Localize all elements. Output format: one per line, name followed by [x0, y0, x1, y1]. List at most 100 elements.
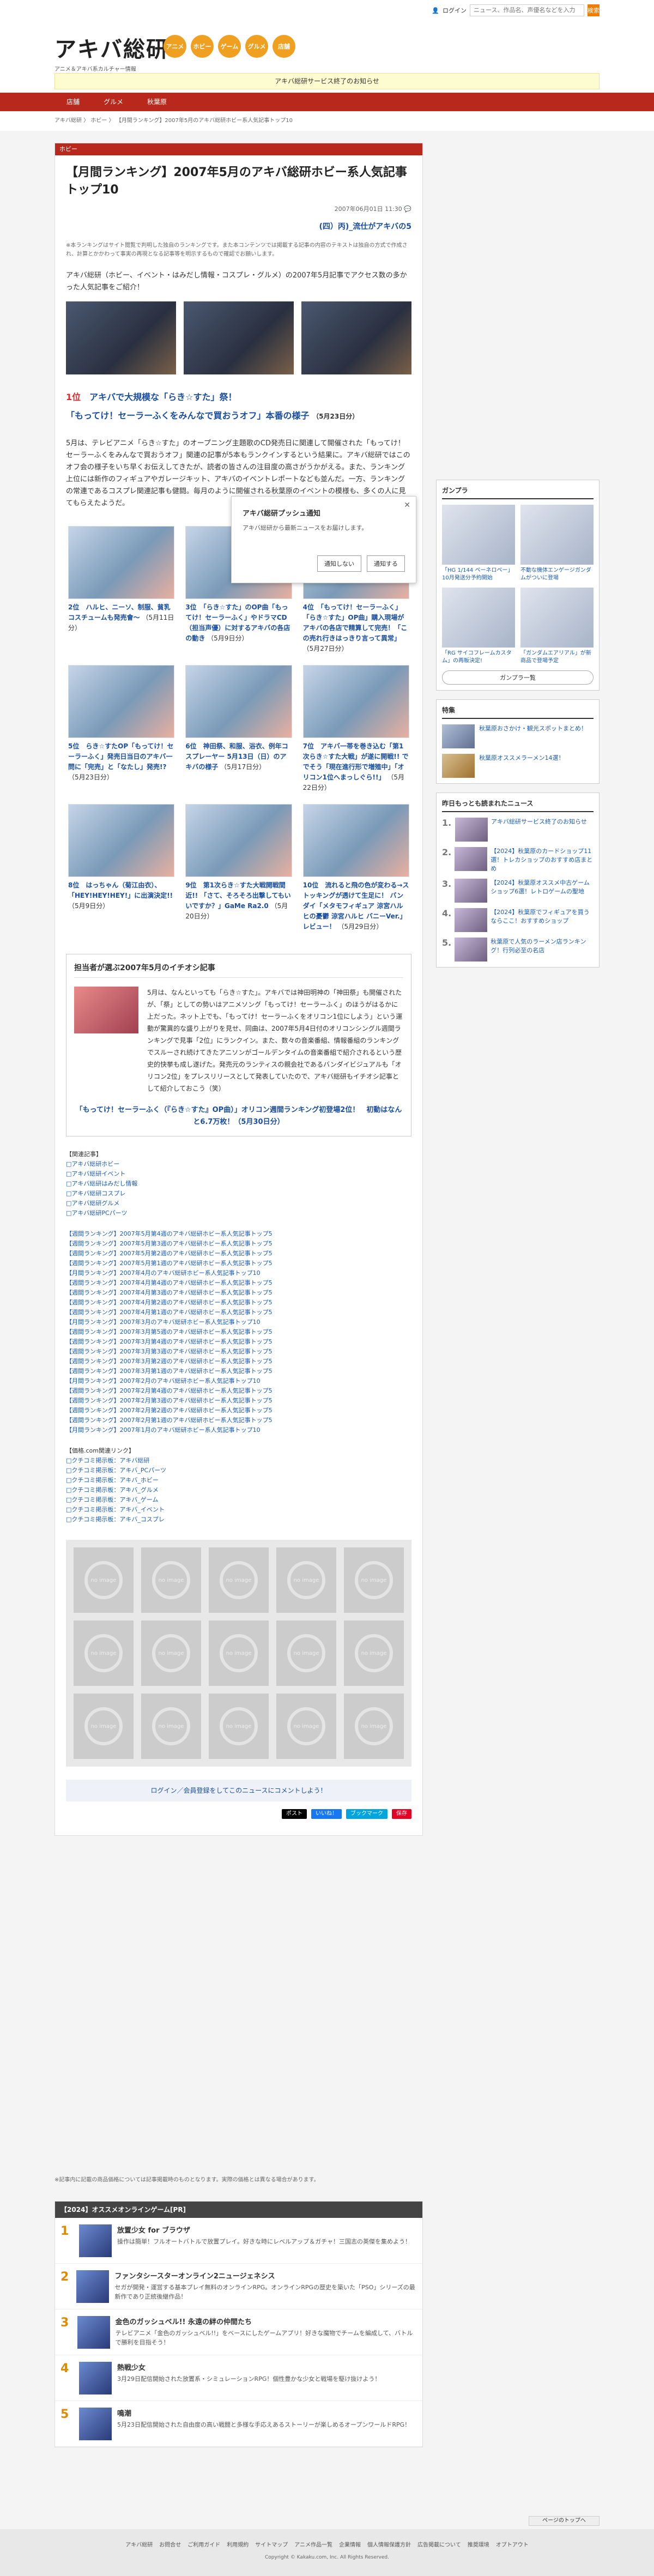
related-ranking-link[interactable]: 【週間ランキング】2007年3月第5週のアキバ総研ホビー系人気記事トップ5 — [66, 1327, 411, 1337]
footer-link[interactable]: お問合せ — [159, 2540, 181, 2548]
no-image-thumb[interactable]: no image — [276, 1694, 336, 1759]
login-link[interactable]: ログイン — [443, 6, 467, 15]
breadcrumb[interactable]: アキバ総研 〉 ホビー 〉 【月間ランキング】2007年5月のアキバ総研ホビー系… — [0, 111, 654, 131]
article-photo[interactable] — [184, 301, 294, 374]
feature-item[interactable]: 秋葉原オススメラーメン14選！ — [442, 754, 594, 778]
kakaku-link[interactable]: □クチコミ掲示板：アキバ_ゲーム — [66, 1495, 411, 1505]
category-game[interactable]: ゲーム — [218, 35, 241, 58]
kakaku-link[interactable]: □クチコミ掲示板：アキバ_PCパーツ — [66, 1466, 411, 1476]
footer-link[interactable]: サイトマップ — [255, 2540, 288, 2548]
rank-card[interactable]: 8位 はっちゃん（菊江由衣）、「HEY!HEY!HEY!」に出演決定!! （5月… — [68, 804, 175, 932]
game-item[interactable]: 3 金色のガッシュベル!! 永遠の絆の仲間たち テレビアニメ「金色のガッシュベル!!… — [55, 2309, 422, 2355]
related-ranking-link[interactable]: 【週間ランキング】2007年4月第4週のアキバ総研ホビー系人気記事トップ5 — [66, 1278, 411, 1288]
gunpla-item[interactable]: 「RG サイコフレームカスタム」の再販決定! — [442, 588, 515, 665]
close-icon[interactable]: ✕ — [404, 501, 410, 510]
gunpla-item[interactable]: 不動な機体エンゲージガンダムがついに登場 — [520, 505, 594, 582]
related-ranking-link[interactable]: 【月間ランキング】2007年4月のアキバ総研ホビー系人気記事トップ10 — [66, 1268, 411, 1278]
rank-card[interactable]: 10位 流れると飛の色が変わる→ストッキングが透けて生足に！ バンダイ「メタモフ… — [302, 804, 409, 932]
game-title[interactable]: 金色のガッシュベル!! 永遠の絆の仲間たち — [116, 2316, 417, 2326]
page-top-button[interactable]: ページのトップへ — [529, 2516, 600, 2526]
related-tag-link[interactable]: □アキバ総研ホビー — [66, 1159, 411, 1169]
rank-image[interactable] — [302, 665, 409, 738]
related-ranking-link[interactable]: 【週間ランキング】2007年2月第1週のアキバ総研ホビー系人気記事トップ5 — [66, 1416, 411, 1425]
no-image-thumb[interactable]: no image — [209, 1547, 269, 1613]
comment-login-link[interactable]: ログイン／会員登録をしてこのニュースにコメントしよう！ — [66, 1780, 411, 1801]
game-title[interactable]: 放置少女 for ブラウザ — [117, 2224, 411, 2235]
share-x-button[interactable]: ポスト — [282, 1809, 307, 1819]
rank-image[interactable] — [185, 665, 292, 738]
footer-link[interactable]: アニメ作品一覧 — [294, 2540, 332, 2548]
no-image-thumb[interactable]: no image — [141, 1547, 201, 1613]
related-ranking-link[interactable]: 【週間ランキング】2007年5月第1週のアキバ総研ホビー系人気記事トップ5 — [66, 1259, 411, 1268]
popular-news-item[interactable]: 2. 【2024】秋葉原のカードショップ11選！トレカショップのおすすめ店まとめ — [442, 847, 594, 873]
no-image-thumb[interactable]: no image — [209, 1620, 269, 1686]
footer-link[interactable]: オプトアウト — [496, 2540, 529, 2548]
game-item[interactable]: 2 ファンタシースターオンライン2ニュージェネシス セガが開発・運営する基本プレイ無… — [55, 2264, 422, 2309]
related-ranking-link[interactable]: 【週間ランキング】2007年4月第2週のアキバ総研ホビー系人気記事トップ5 — [66, 1298, 411, 1308]
category-hobby[interactable]: ホビー — [191, 35, 214, 58]
nav-item-akihabara[interactable]: 秋葉原 — [135, 93, 179, 111]
game-item[interactable]: 4 熱戦少女 3月29日配信開始された放置系・シミュレーションRPG！個性豊かな少女… — [55, 2355, 422, 2401]
category-anime[interactable]: アニメ — [164, 35, 186, 58]
related-ranking-link[interactable]: 【週間ランキング】2007年3月第4週のアキバ総研ホビー系人気記事トップ5 — [66, 1337, 411, 1347]
footer-link[interactable]: 広告掲載について — [417, 2540, 461, 2548]
rank-card[interactable]: 6位 神田祭、和服、浴衣、例年コスプレーヤー 5月13日（日）のアキバの様子 （… — [185, 665, 292, 793]
popular-news-item[interactable]: 1. アキバ総研サービス終了のお知らせ — [442, 818, 594, 842]
footer-link[interactable]: 個人情報保護方針 — [367, 2540, 411, 2548]
related-tag-link[interactable]: □アキバ総研グルメ — [66, 1199, 411, 1208]
rank-card[interactable]: 5位 らき☆すたOP「もってけ！セーラーふく」発売日当日のアキバ一問に「完売」と… — [68, 665, 175, 793]
game-item[interactable]: 1 放置少女 for ブラウザ 操作は簡単！フルオートバトルで放置プレイ。好きな時に… — [55, 2218, 422, 2264]
rank1-heading[interactable]: 1位 アキバで大規模な「らき☆すた」祭！ — [66, 390, 411, 403]
game-title[interactable]: ファンタシースターオンライン2ニュージェネシス — [114, 2270, 417, 2281]
no-image-thumb[interactable]: no image — [344, 1694, 404, 1759]
feature-item[interactable]: 秋葉原おさかけ・観光スポットまとめ！ — [442, 724, 594, 748]
related-ranking-link[interactable]: 【週間ランキング】2007年5月第4週のアキバ総研ホビー系人気記事トップ5 — [66, 1229, 411, 1239]
no-image-thumb[interactable]: no image — [344, 1547, 404, 1613]
footer-link[interactable]: アキバ総研 — [125, 2540, 153, 2548]
related-tag-link[interactable]: □アキバ総研イベント — [66, 1169, 411, 1179]
popular-news-item[interactable]: 4. 【2024】秋葉原でフィギュアを買うならここ！おすすめショップ — [442, 908, 594, 932]
rank-image[interactable] — [185, 804, 292, 877]
no-image-thumb[interactable]: no image — [141, 1620, 201, 1686]
related-ranking-link[interactable]: 【週間ランキング】2007年4月第1週のアキバ総研ホビー系人気記事トップ5 — [66, 1308, 411, 1317]
rank-image[interactable] — [68, 665, 175, 738]
related-ranking-link[interactable]: 【週間ランキング】2007年3月第3週のアキバ総研ホビー系人気記事トップ5 — [66, 1347, 411, 1357]
related-tag-link[interactable]: □アキバ総研PCパーツ — [66, 1208, 411, 1218]
related-ranking-link[interactable]: 【週間ランキング】2007年5月第2週のアキバ総研ホビー系人気記事トップ5 — [66, 1249, 411, 1259]
related-ranking-link[interactable]: 【週間ランキング】2007年2月第2週のアキバ総研ホビー系人気記事トップ5 — [66, 1406, 411, 1416]
allow-notification-button[interactable]: 通知する — [367, 555, 405, 572]
related-tag-link[interactable]: □アキバ総研はみだし情報 — [66, 1179, 411, 1189]
footer-link[interactable]: 推奨環境 — [468, 2540, 489, 2548]
editor-pick-link[interactable]: 「もってけ！セーラーふく（『らき☆すた』OP曲）」オリコン週間ランキング初登場2… — [74, 1104, 403, 1128]
no-image-thumb[interactable]: no image — [74, 1547, 134, 1613]
search-button[interactable]: 検索 — [588, 4, 600, 16]
article-photo[interactable] — [301, 301, 411, 374]
rank-card[interactable]: 9位 第1次らき☆すた大戦開戦間近!! 「さて、そろそろ出撃してもいいですか？」… — [185, 804, 292, 932]
game-icon[interactable] — [79, 2362, 112, 2394]
related-ranking-link[interactable]: 【週間ランキング】2007年2月第3週のアキバ総研ホビー系人気記事トップ5 — [66, 1396, 411, 1406]
game-title[interactable]: 鳴潮 — [117, 2408, 410, 2418]
rank-card[interactable]: 7位 アキバ一帯を巻き込む「第1次らき☆すた大戦」が遂に開戦!! ででそう「現在… — [302, 665, 409, 793]
search-input[interactable] — [470, 4, 584, 16]
share-hatena-button[interactable]: ブックマーク — [346, 1809, 387, 1819]
related-ranking-link[interactable]: 【週間ランキング】2007年4月第3週のアキバ総研ホビー系人気記事トップ5 — [66, 1288, 411, 1298]
footer-link[interactable]: 利用規約 — [227, 2540, 249, 2548]
nav-item-gourmet[interactable]: グルメ — [92, 93, 135, 111]
game-icon[interactable] — [76, 2270, 110, 2303]
game-icon[interactable] — [79, 2224, 112, 2257]
game-icon[interactable] — [77, 2316, 110, 2349]
rank-image[interactable] — [302, 804, 409, 877]
deny-notification-button[interactable]: 通知しない — [317, 555, 361, 572]
category-shop[interactable]: 店舗 — [272, 35, 295, 58]
popular-news-item[interactable]: 3. 【2024】秋葉原オススメ中古ゲームショップ6選！レトロゲームの聖地 — [442, 879, 594, 903]
no-image-thumb[interactable]: no image — [209, 1694, 269, 1759]
footer-link[interactable]: 企業情報 — [339, 2540, 361, 2548]
related-tag-link[interactable]: □アキバ総研コスプレ — [66, 1189, 411, 1199]
article-photo[interactable] — [66, 301, 176, 374]
related-ranking-link[interactable]: 【週間ランキング】2007年5月第3週のアキバ総研ホビー系人気記事トップ5 — [66, 1239, 411, 1249]
share-pocket-button[interactable]: 保存 — [392, 1809, 411, 1819]
related-ranking-link[interactable]: 【週間ランキング】2007年2月第4週のアキバ総研ホビー系人気記事トップ5 — [66, 1386, 411, 1396]
kakaku-link[interactable]: □クチコミ掲示板：アキバ_グルメ — [66, 1485, 411, 1495]
notice-banner[interactable]: アキバ総研サービス終了のお知らせ — [55, 73, 600, 89]
related-ranking-link[interactable]: 【週間ランキング】2007年3月第2週のアキバ総研ホビー系人気記事トップ5 — [66, 1357, 411, 1366]
